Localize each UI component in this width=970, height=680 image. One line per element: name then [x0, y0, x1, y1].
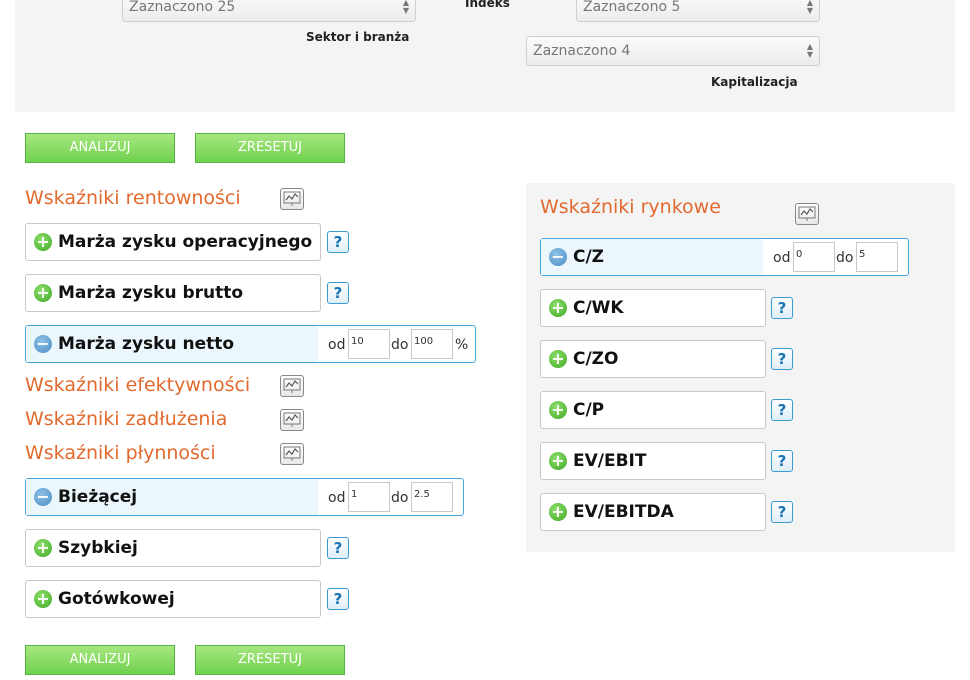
chart-icon[interactable]	[280, 375, 304, 397]
indicator-row-ps[interactable]: + C/P	[540, 391, 766, 429]
indicator-row-quick-ratio[interactable]: + Szybkiej	[25, 529, 321, 567]
sector-select[interactable]: Zaznaczono 25 ▲ ▼	[122, 0, 416, 22]
indicator-row-operating-margin[interactable]: + Marża zysku operacyjnego	[25, 223, 321, 261]
filter-panel: Zaznaczono 25 ▲ ▼ Sektor i branża Indeks …	[15, 0, 955, 112]
section-title-debt: Wskaźniki zadłużenia	[25, 408, 228, 430]
indicator-row-current-ratio[interactable]: − Bieżącej od 1 do 2.5	[25, 478, 464, 516]
plus-circle-icon[interactable]: +	[549, 452, 567, 470]
plus-circle-icon[interactable]: +	[549, 401, 567, 419]
help-button[interactable]: ?	[327, 588, 349, 610]
range-to-input[interactable]: 100	[411, 329, 453, 359]
range-to-input[interactable]: 5	[856, 242, 898, 272]
indicator-name: Marża zysku operacyjnego	[58, 232, 313, 252]
indicator-row-ev-ebit[interactable]: + EV/EBIT	[540, 442, 766, 480]
analyze-button[interactable]: ANALIZUJ	[25, 133, 175, 163]
range-from-label: od	[328, 337, 346, 353]
select-arrows-icon: ▲ ▼	[402, 0, 409, 15]
indicator-row-ev-ebitda[interactable]: + EV/EBITDA	[540, 493, 766, 531]
index-select-value: Zaznaczono 5	[583, 0, 681, 15]
help-button[interactable]: ?	[327, 537, 349, 559]
indicator-name: C/P	[573, 400, 605, 420]
range-from-input[interactable]: 1	[348, 482, 390, 512]
chart-icon[interactable]	[280, 188, 304, 210]
plus-circle-icon[interactable]: +	[34, 233, 52, 251]
chart-icon[interactable]	[280, 443, 304, 465]
sector-select-value: Zaznaczono 25	[129, 0, 236, 15]
range-to-label: do	[391, 337, 409, 353]
indicator-name-area: − Marża zysku netto	[26, 326, 318, 362]
help-button[interactable]: ?	[771, 297, 793, 319]
indicator-name: Marża zysku brutto	[58, 283, 244, 303]
range-from-input[interactable]: 10	[348, 329, 390, 359]
indicator-name-area: − Bieżącej	[26, 479, 318, 515]
minus-circle-icon[interactable]: −	[34, 488, 52, 506]
select-arrows-icon: ▲ ▼	[806, 42, 813, 59]
indicator-name: Bieżącej	[58, 487, 138, 507]
help-button[interactable]: ?	[771, 399, 793, 421]
analyze-button[interactable]: ANALIZUJ	[25, 645, 175, 675]
percent-unit: %	[455, 337, 469, 353]
help-button[interactable]: ?	[327, 282, 349, 304]
chart-icon[interactable]	[795, 203, 819, 225]
plus-circle-icon[interactable]: +	[549, 299, 567, 317]
indicator-name: Gotówkowej	[58, 589, 175, 609]
indicator-row-net-margin[interactable]: − Marża zysku netto od 10 do 100 %	[25, 325, 476, 363]
indicator-name: C/ZO	[573, 349, 619, 369]
sector-label: Sektor i branża	[306, 30, 410, 44]
plus-circle-icon[interactable]: +	[549, 350, 567, 368]
indicator-row-pbv[interactable]: + C/WK	[540, 289, 766, 327]
indicator-row-cash-ratio[interactable]: + Gotówkowej	[25, 580, 321, 618]
capitalization-label: Kapitalizacja	[711, 75, 798, 89]
indicator-row-pe[interactable]: − C/Z od 0 do 5	[540, 238, 909, 276]
section-title-profitability: Wskaźniki rentowności	[25, 187, 241, 209]
range-to-label: do	[391, 490, 409, 506]
help-button[interactable]: ?	[771, 450, 793, 472]
indicator-name: EV/EBITDA	[573, 502, 674, 522]
index-select[interactable]: Zaznaczono 5 ▲ ▼	[576, 0, 820, 22]
select-arrows-icon: ▲ ▼	[806, 0, 813, 15]
reset-button[interactable]: ZRESETUJ	[195, 133, 345, 163]
index-label: Indeks	[465, 0, 510, 10]
plus-circle-icon[interactable]: +	[549, 503, 567, 521]
help-button[interactable]: ?	[771, 348, 793, 370]
help-button[interactable]: ?	[327, 231, 349, 253]
indicator-row-p-operating-profit[interactable]: + C/ZO	[540, 340, 766, 378]
help-button[interactable]: ?	[771, 501, 793, 523]
chart-icon[interactable]	[280, 409, 304, 431]
indicator-name: C/Z	[573, 247, 605, 267]
reset-button[interactable]: ZRESETUJ	[195, 645, 345, 675]
indicator-row-gross-margin[interactable]: + Marża zysku brutto	[25, 274, 321, 312]
plus-circle-icon[interactable]: +	[34, 284, 52, 302]
range-to-label: do	[836, 250, 854, 266]
plus-circle-icon[interactable]: +	[34, 539, 52, 557]
plus-circle-icon[interactable]: +	[34, 590, 52, 608]
capitalization-select[interactable]: Zaznaczono 4 ▲ ▼	[526, 36, 820, 66]
range-from-label: od	[328, 490, 346, 506]
indicator-name: C/WK	[573, 298, 624, 318]
range-from-label: od	[773, 250, 791, 266]
range-to-input[interactable]: 2.5	[411, 482, 453, 512]
indicator-name-area: − C/Z	[541, 239, 763, 275]
minus-circle-icon[interactable]: −	[34, 335, 52, 353]
section-title-market: Wskaźniki rynkowe	[540, 196, 721, 218]
minus-circle-icon[interactable]: −	[549, 248, 567, 266]
indicator-name: EV/EBIT	[573, 451, 647, 471]
range-from-input[interactable]: 0	[793, 242, 835, 272]
indicator-name: Szybkiej	[58, 538, 138, 558]
section-title-efficiency: Wskaźniki efektywności	[25, 374, 251, 396]
section-title-liquidity: Wskaźniki płynności	[25, 442, 216, 464]
indicator-name: Marża zysku netto	[58, 334, 235, 354]
capitalization-select-value: Zaznaczono 4	[533, 43, 631, 59]
